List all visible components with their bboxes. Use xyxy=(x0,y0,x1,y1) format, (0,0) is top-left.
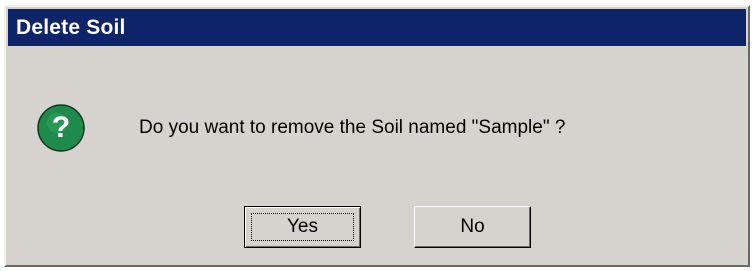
svg-text:?: ? xyxy=(52,111,70,144)
yes-button[interactable]: Yes xyxy=(244,206,361,248)
confirmation-message: Do you want to remove the Soil named "Sa… xyxy=(139,117,566,138)
title-bar[interactable]: Delete Soil xyxy=(8,9,746,46)
delete-soil-dialog: Delete Soil ? Do you want to remove the … xyxy=(4,5,750,267)
dialog-title: Delete Soil xyxy=(16,15,126,39)
no-button[interactable]: No xyxy=(414,206,531,248)
question-icon: ? xyxy=(36,103,86,153)
yes-button-label: Yes xyxy=(287,216,318,237)
no-button-label: No xyxy=(460,216,485,237)
